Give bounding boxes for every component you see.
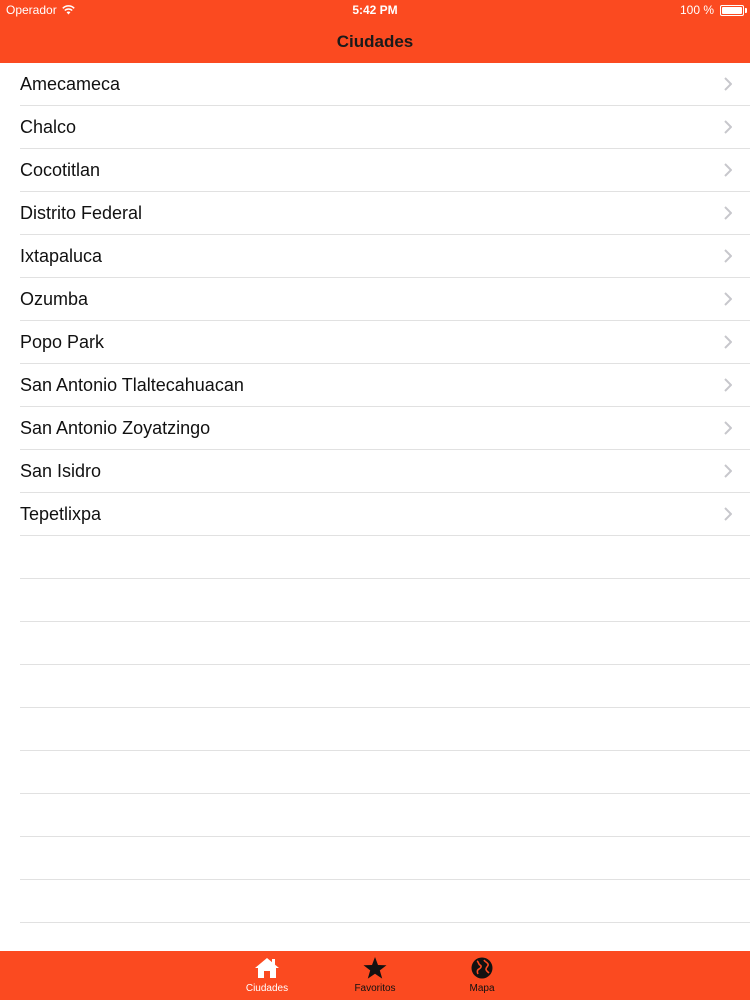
city-label: Popo Park — [20, 332, 105, 352]
city-label: Ixtapaluca — [20, 246, 103, 266]
empty-row — [20, 622, 750, 665]
city-row-san-isidro[interactable]: San Isidro — [20, 450, 750, 493]
city-label: Distrito Federal — [20, 203, 143, 223]
battery-status: 100 % — [679, 3, 747, 17]
chevron-right-icon — [724, 378, 732, 392]
battery-icon — [720, 4, 747, 16]
battery-percent: 100 % — [679, 3, 714, 17]
city-label: San Antonio Zoyatzingo — [20, 418, 211, 438]
city-row-chalco[interactable]: Chalco — [20, 106, 750, 149]
empty-row — [20, 794, 750, 837]
tab-label: Ciudades — [245, 983, 289, 994]
star-icon — [363, 957, 387, 979]
empty-row — [20, 536, 750, 579]
chevron-right-icon — [724, 507, 732, 521]
city-row-tepetlixpa[interactable]: Tepetlixpa — [20, 493, 750, 536]
home-icon — [255, 958, 279, 978]
empty-row — [20, 837, 750, 880]
city-row-ozumba[interactable]: Ozumba — [20, 278, 750, 321]
page-title: Ciudades — [336, 32, 414, 51]
city-label: Ozumba — [20, 289, 89, 309]
empty-row — [20, 880, 750, 923]
chevron-right-icon — [724, 421, 732, 435]
tab-label: Favoritos — [354, 983, 396, 994]
city-row-san-antonio-tlaltecahuacan[interactable]: San Antonio Tlaltecahuacan — [20, 364, 750, 407]
chevron-right-icon — [724, 120, 732, 134]
tab-mapa[interactable]: Mapa — [447, 955, 517, 999]
empty-row — [20, 708, 750, 751]
chevron-right-icon — [724, 206, 732, 220]
city-label: Chalco — [20, 117, 77, 137]
status-bar: Operador 5:42 PM 100 % — [0, 0, 750, 20]
city-label: Tepetlixpa — [20, 504, 102, 524]
city-row-cocotitlan[interactable]: Cocotitlan — [20, 149, 750, 192]
tab-favoritos[interactable]: Favoritos — [340, 955, 410, 999]
city-row-ixtapaluca[interactable]: Ixtapaluca — [20, 235, 750, 278]
tab-ciudades[interactable]: Ciudades — [232, 955, 302, 999]
city-row-popo-park[interactable]: Popo Park — [20, 321, 750, 364]
city-row-amecameca[interactable]: Amecameca — [20, 63, 750, 106]
tab-label: Mapa — [469, 983, 495, 994]
tab-bar: Ciudades Favoritos Mapa — [0, 951, 750, 1000]
empty-row — [20, 751, 750, 794]
city-label: San Isidro — [20, 461, 102, 481]
chevron-right-icon — [724, 335, 732, 349]
city-list: Amecameca Chalco Cocotitlan Distrito Fed… — [0, 63, 750, 923]
city-row-san-antonio-zoyatzingo[interactable]: San Antonio Zoyatzingo — [20, 407, 750, 450]
city-label: Amecameca — [20, 74, 121, 94]
city-row-distrito-federal[interactable]: Distrito Federal — [20, 192, 750, 235]
chevron-right-icon — [724, 292, 732, 306]
navigation-bar: Ciudades — [0, 20, 750, 63]
chevron-right-icon — [724, 77, 732, 91]
globe-icon — [471, 957, 493, 979]
chevron-right-icon — [724, 163, 732, 177]
status-time: 5:42 PM — [352, 3, 398, 17]
chevron-right-icon — [724, 464, 732, 478]
city-label: San Antonio Tlaltecahuacan — [20, 375, 244, 395]
city-label: Cocotitlan — [20, 160, 101, 180]
empty-row — [20, 665, 750, 708]
chevron-right-icon — [724, 249, 732, 263]
empty-row — [20, 579, 750, 622]
